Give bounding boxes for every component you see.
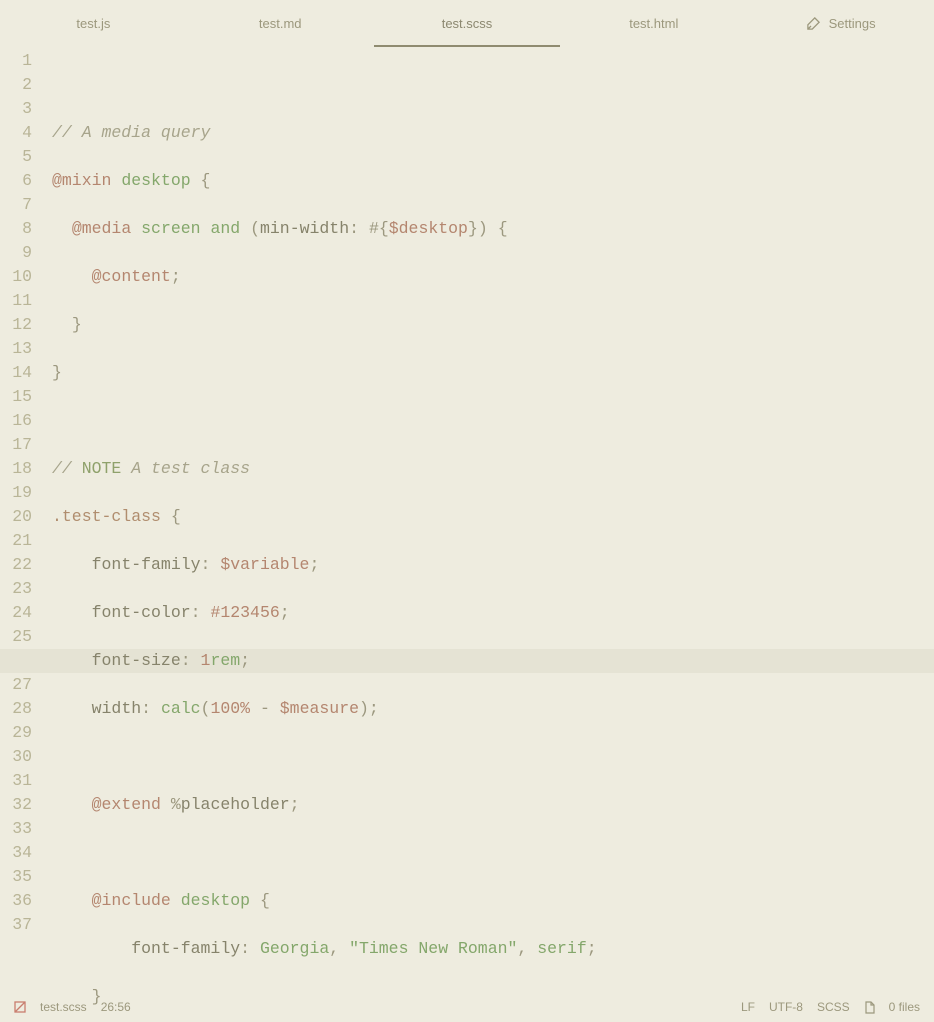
line-number[interactable]: 4 <box>0 121 32 145</box>
code-line[interactable] <box>44 409 934 433</box>
code-area[interactable]: // A media query @mixin desktop { @media… <box>44 47 934 992</box>
line-number[interactable]: 10 <box>0 265 32 289</box>
tab-label: Settings <box>829 16 876 31</box>
line-number[interactable]: 9 <box>0 241 32 265</box>
tab-test-js[interactable]: test.js <box>0 0 187 47</box>
line-number[interactable]: 2 <box>0 73 32 97</box>
line-number[interactable]: 1 <box>0 49 32 73</box>
code-line[interactable] <box>44 745 934 769</box>
line-number[interactable]: 28 <box>0 697 32 721</box>
line-number[interactable]: 3 <box>0 97 32 121</box>
code-line[interactable]: @extend %placeholder; <box>44 793 934 817</box>
line-number[interactable]: 17 <box>0 433 32 457</box>
line-number[interactable]: 7 <box>0 193 32 217</box>
file-modified-icon <box>14 1001 26 1013</box>
code-line[interactable]: @include desktop { <box>44 889 934 913</box>
tab-label: test.scss <box>442 16 493 31</box>
line-number[interactable]: 5 <box>0 145 32 169</box>
tab-test-html[interactable]: test.html <box>560 0 747 47</box>
line-number[interactable]: 27 <box>0 673 32 697</box>
line-number[interactable]: 31 <box>0 769 32 793</box>
gutter: 1234567891011121314151617181920212223242… <box>0 47 44 992</box>
line-number[interactable]: 12 <box>0 313 32 337</box>
gear-icon <box>806 16 821 31</box>
line-number[interactable]: 18 <box>0 457 32 481</box>
code-line[interactable]: } <box>44 985 934 1009</box>
tab-bar: test.js test.md test.scss test.html Sett… <box>0 0 934 47</box>
line-number[interactable]: 37 <box>0 913 32 937</box>
line-number[interactable]: 8 <box>0 217 32 241</box>
line-number[interactable]: 22 <box>0 553 32 577</box>
code-line[interactable]: // A media query <box>44 121 934 145</box>
code-line[interactable]: @content; <box>44 265 934 289</box>
code-line[interactable]: @mixin desktop { <box>44 169 934 193</box>
line-number[interactable]: 21 <box>0 529 32 553</box>
code-line[interactable]: } <box>44 361 934 385</box>
line-number[interactable]: 20 <box>0 505 32 529</box>
line-number[interactable]: 35 <box>0 865 32 889</box>
line-number[interactable]: 6 <box>0 169 32 193</box>
tab-label: test.html <box>629 16 678 31</box>
line-number[interactable]: 25 <box>0 625 32 649</box>
line-number[interactable]: 36 <box>0 889 32 913</box>
editor[interactable]: 1234567891011121314151617181920212223242… <box>0 47 934 992</box>
code-line[interactable]: font-family: $variable; <box>44 553 934 577</box>
code-line[interactable]: } <box>44 313 934 337</box>
code-line[interactable]: font-size: 1rem; <box>44 649 934 673</box>
tab-test-scss[interactable]: test.scss <box>374 0 561 47</box>
line-number[interactable]: 13 <box>0 337 32 361</box>
line-number[interactable]: 16 <box>0 409 32 433</box>
tab-settings[interactable]: Settings <box>747 0 934 47</box>
line-number[interactable]: 30 <box>0 745 32 769</box>
line-number[interactable]: 24 <box>0 601 32 625</box>
code-line[interactable]: .test-class { <box>44 505 934 529</box>
tab-label: test.js <box>76 16 110 31</box>
line-number[interactable]: 32 <box>0 793 32 817</box>
code-line[interactable]: width: calc(100% - $measure); <box>44 697 934 721</box>
line-number[interactable]: 15 <box>0 385 32 409</box>
tab-label: test.md <box>259 16 302 31</box>
code-line[interactable]: font-family: Georgia, "Times New Roman",… <box>44 937 934 961</box>
code-line[interactable]: // NOTE A test class <box>44 457 934 481</box>
line-number[interactable]: 11 <box>0 289 32 313</box>
line-number[interactable]: 34 <box>0 841 32 865</box>
line-number[interactable]: 19 <box>0 481 32 505</box>
line-number[interactable]: 14 <box>0 361 32 385</box>
code-line[interactable] <box>44 841 934 865</box>
code-line[interactable]: font-color: #123456; <box>44 601 934 625</box>
code-line[interactable]: @media screen and (min-width: #{$desktop… <box>44 217 934 241</box>
tab-test-md[interactable]: test.md <box>187 0 374 47</box>
line-number[interactable]: 33 <box>0 817 32 841</box>
line-number[interactable]: 29 <box>0 721 32 745</box>
line-number[interactable]: 23 <box>0 577 32 601</box>
